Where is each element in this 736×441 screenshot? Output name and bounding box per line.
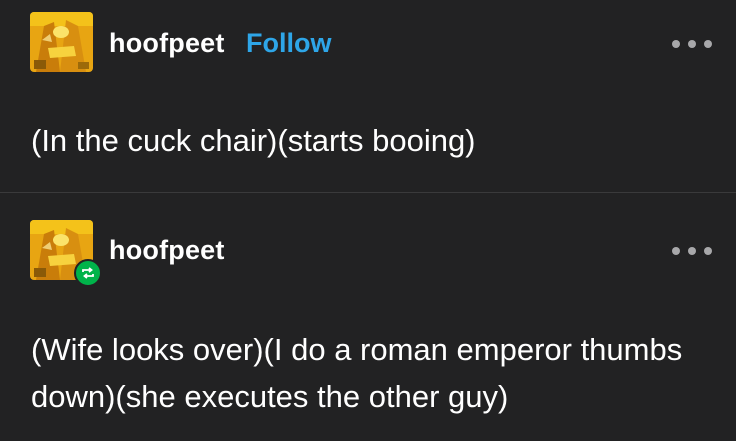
more-options-icon[interactable]	[672, 34, 712, 54]
follow-button[interactable]: Follow	[246, 28, 331, 59]
avatar-image	[30, 12, 93, 72]
dot	[704, 247, 712, 255]
username[interactable]: hoofpeet	[109, 28, 225, 59]
avatar[interactable]	[30, 12, 93, 72]
dot	[672, 40, 680, 48]
dot	[672, 247, 680, 255]
reblog-icon	[74, 259, 102, 287]
post: hoofpeet Follow (In the cuck chair)(star…	[0, 0, 736, 192]
username[interactable]: hoofpeet	[109, 235, 225, 266]
dot	[688, 247, 696, 255]
post-text: (In the cuck chair)(starts booing)	[31, 123, 476, 158]
post-text: (Wife looks over)(I do a roman emperor t…	[31, 332, 683, 414]
post: hoofpeet (Wife looks over)(I do a roman …	[0, 193, 736, 441]
more-options-icon[interactable]	[672, 241, 712, 261]
dot	[688, 40, 696, 48]
dot	[704, 40, 712, 48]
